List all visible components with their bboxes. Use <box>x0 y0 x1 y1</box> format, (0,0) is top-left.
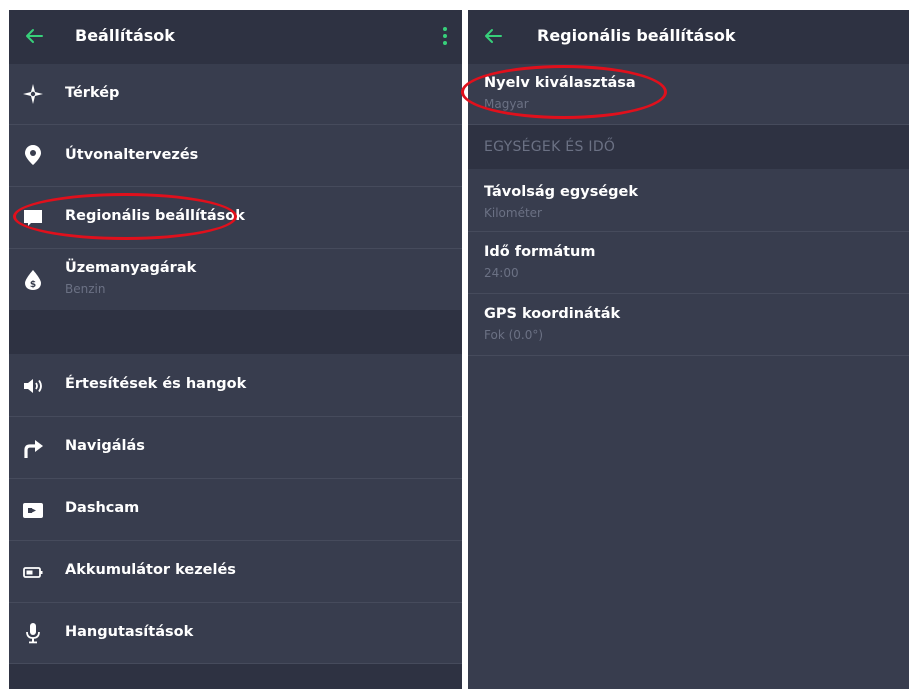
camera-icon <box>23 503 43 518</box>
bottom-spacer <box>9 664 462 689</box>
settings-item-regionalis[interactable]: Regionális beállítások <box>9 187 462 249</box>
settings-item-navigalas[interactable]: Navigálás <box>9 417 462 479</box>
speaker-icon <box>24 379 42 393</box>
settings-item-akkumulator[interactable]: Akkumulátor kezelés <box>9 541 462 603</box>
setting-label: Idő formátum <box>484 244 596 260</box>
language-setting[interactable]: Nyelv kiválasztása Magyar <box>468 64 909 125</box>
settings-item-hangutasitasok[interactable]: Hangutasítások <box>9 603 462 664</box>
settings-item-dashcam[interactable]: Dashcam <box>9 479 462 541</box>
time-format-setting[interactable]: Idő formátum 24:00 <box>468 232 909 294</box>
turn-right-icon <box>24 440 43 458</box>
settings-panel: Beállítások Térkép Útvonaltervezés Regio… <box>9 10 462 689</box>
settings-item-terkep[interactable]: Térkép <box>9 64 462 125</box>
flag-icon <box>24 210 42 226</box>
settings-item-label: Hangutasítások <box>65 624 194 640</box>
section-header: EGYSÉGEK ÉS IDŐ <box>468 125 909 169</box>
setting-label: Nyelv kiválasztása <box>484 75 636 91</box>
app-header: Regionális beállítások <box>468 10 909 64</box>
battery-icon <box>23 567 43 578</box>
svg-text:$: $ <box>30 280 36 290</box>
fuel-drop-icon: $ <box>25 270 41 290</box>
settings-item-label: Üzemanyagárak <box>65 260 197 276</box>
page-title: Regionális beállítások <box>537 26 736 45</box>
settings-item-label: Navigálás <box>65 438 145 454</box>
more-vertical-icon[interactable] <box>442 26 448 46</box>
settings-item-ertesitesek[interactable]: Értesítések és hangok <box>9 354 462 417</box>
setting-value: Kilométer <box>484 206 542 220</box>
compass-icon <box>23 84 43 104</box>
settings-item-label: Térkép <box>65 85 120 101</box>
back-arrow-icon[interactable] <box>482 25 504 47</box>
setting-label: GPS koordináták <box>484 306 621 322</box>
settings-item-uzemanyagarak[interactable]: $ Üzemanyagárak Benzin <box>9 249 462 311</box>
app-header: Beállítások <box>9 10 462 64</box>
settings-item-label: Akkumulátor kezelés <box>65 562 236 578</box>
setting-label: Távolság egységek <box>484 184 639 200</box>
settings-item-utvonaltervezes[interactable]: Útvonaltervezés <box>9 125 462 187</box>
gps-coordinates-setting[interactable]: GPS koordináták Fok (0.0°) <box>468 294 909 356</box>
page-title: Beállítások <box>75 26 175 45</box>
settings-item-label: Dashcam <box>65 500 140 516</box>
settings-item-sublabel: Benzin <box>65 282 106 296</box>
setting-value: Magyar <box>484 97 529 111</box>
setting-value: 24:00 <box>484 266 519 280</box>
microphone-icon <box>26 623 40 644</box>
settings-item-label: Értesítések és hangok <box>65 376 247 392</box>
distance-units-setting[interactable]: Távolság egységek Kilométer <box>468 169 909 232</box>
section-divider <box>9 310 462 354</box>
section-header-label: EGYSÉGEK ÉS IDŐ <box>484 139 616 155</box>
back-arrow-icon[interactable] <box>23 25 45 47</box>
regional-settings-panel: Regionális beállítások Nyelv kiválasztás… <box>468 10 909 689</box>
setting-value: Fok (0.0°) <box>484 328 544 342</box>
settings-item-label: Útvonaltervezés <box>65 147 199 163</box>
map-pin-icon <box>25 145 41 165</box>
settings-item-label: Regionális beállítások <box>65 208 245 224</box>
